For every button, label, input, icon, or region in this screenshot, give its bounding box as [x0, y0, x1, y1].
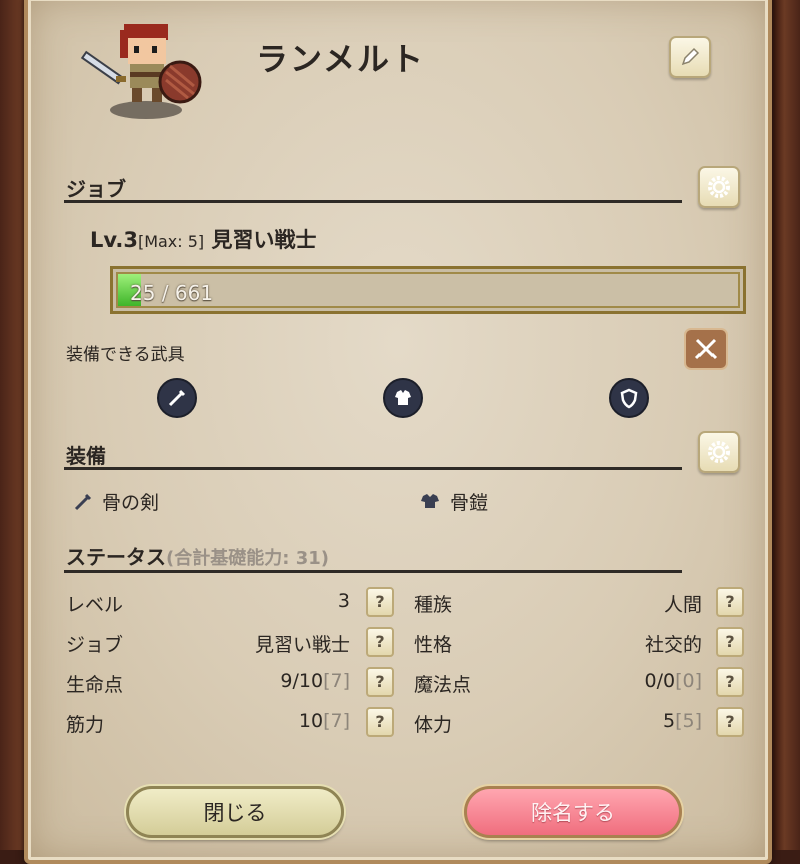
stat-value: 10[7]: [299, 710, 350, 732]
stat-value-text: 社交的: [644, 634, 702, 656]
status-total: (合計基礎能力: 31): [166, 548, 329, 569]
stat-label: レベル: [66, 594, 124, 616]
status-title: ステータス: [66, 545, 166, 569]
stat-value: 5[5]: [663, 710, 702, 732]
status-header: ステータス(合計基礎能力: 31): [66, 541, 329, 570]
equippable-title: 装備できる武具: [66, 345, 185, 365]
stat-label: 魔法点: [414, 674, 472, 696]
stat-value: 社交的: [645, 630, 702, 657]
equipment-divider: [64, 467, 682, 470]
stat-value: 9/10[7]: [280, 670, 350, 692]
stat-value-text: 9/10: [280, 670, 324, 692]
stat-value: 見習い戦士: [255, 630, 350, 657]
stat-value-text: 0/0: [644, 670, 676, 692]
gear-icon: [708, 441, 730, 463]
help-button[interactable]: ?: [366, 627, 394, 657]
armor-icon: [421, 493, 439, 508]
character-avatar: [74, 12, 214, 124]
equipment-settings-button[interactable]: [698, 431, 740, 473]
stat-value-text: 5: [662, 710, 676, 732]
equipment-item-sword[interactable]: 骨の剣: [72, 488, 159, 515]
close-button[interactable]: 閉じる: [126, 786, 344, 838]
equipment-item-armor[interactable]: 骨鎧: [418, 488, 488, 515]
equippable-shield-icon: [609, 378, 649, 418]
equippable-sword-icon: [157, 378, 197, 418]
pencil-icon: [681, 47, 700, 66]
stat-value-text: 10: [298, 710, 324, 732]
gear-icon: [708, 176, 730, 198]
stat-label: 種族: [414, 594, 453, 616]
help-button[interactable]: ?: [716, 627, 744, 657]
edit-name-button[interactable]: [669, 36, 711, 78]
help-button[interactable]: ?: [716, 667, 744, 697]
stat-value-text: 3: [337, 590, 350, 612]
stat-base-value: [7]: [323, 670, 350, 692]
job-divider: [64, 200, 682, 203]
job-max-level: [Max: 5]: [137, 232, 205, 251]
crossed-swords-icon: [694, 338, 718, 360]
status-divider: [64, 570, 682, 573]
help-button[interactable]: ?: [366, 587, 394, 617]
equipment-item-label: 骨鎧: [450, 492, 489, 514]
job-settings-button[interactable]: [698, 166, 740, 208]
job-section-title: ジョブ: [66, 177, 126, 201]
equippable-toggle-button[interactable]: [684, 328, 728, 370]
stat-value-text: 見習い戦士: [254, 634, 350, 656]
job-level-line: Lv.3[Max: 5] 見習い戦士: [90, 224, 316, 254]
dismiss-button[interactable]: 除名する: [464, 786, 682, 838]
equipment-section-title: 装備: [66, 444, 106, 468]
job-name: 見習い戦士: [211, 228, 317, 252]
stat-value: 0/0[0]: [645, 670, 703, 692]
equipment-item-label: 骨の剣: [102, 492, 160, 514]
xp-bar: 25 / 661: [110, 266, 746, 314]
help-button[interactable]: ?: [716, 587, 744, 617]
stat-label: 体力: [414, 714, 453, 736]
character-panel: ランメルト ジョブ Lv.3[Max: 5] 見習い戦士 25 / 661 装備…: [24, 0, 772, 864]
stat-value: 3: [338, 590, 350, 612]
stat-label: ジョブ: [66, 634, 124, 656]
help-button[interactable]: ?: [716, 707, 744, 737]
stat-value: 人間: [664, 590, 702, 617]
character-name: ランメルト: [256, 40, 426, 78]
help-button[interactable]: ?: [366, 707, 394, 737]
stat-base-value: [0]: [675, 670, 702, 692]
stat-base-value: [5]: [675, 710, 702, 732]
stat-label: 筋力: [66, 714, 105, 736]
sword-icon: [74, 493, 92, 510]
equippable-armor-icon: [383, 378, 423, 418]
help-button[interactable]: ?: [366, 667, 394, 697]
stat-label: 生命点: [66, 674, 124, 696]
xp-text: 25 / 661: [130, 281, 214, 305]
stat-value-text: 人間: [663, 594, 702, 616]
job-level: Lv.3: [90, 228, 138, 252]
stat-label: 性格: [414, 634, 453, 656]
frame-right: [774, 0, 800, 850]
stat-base-value: [7]: [323, 710, 350, 732]
